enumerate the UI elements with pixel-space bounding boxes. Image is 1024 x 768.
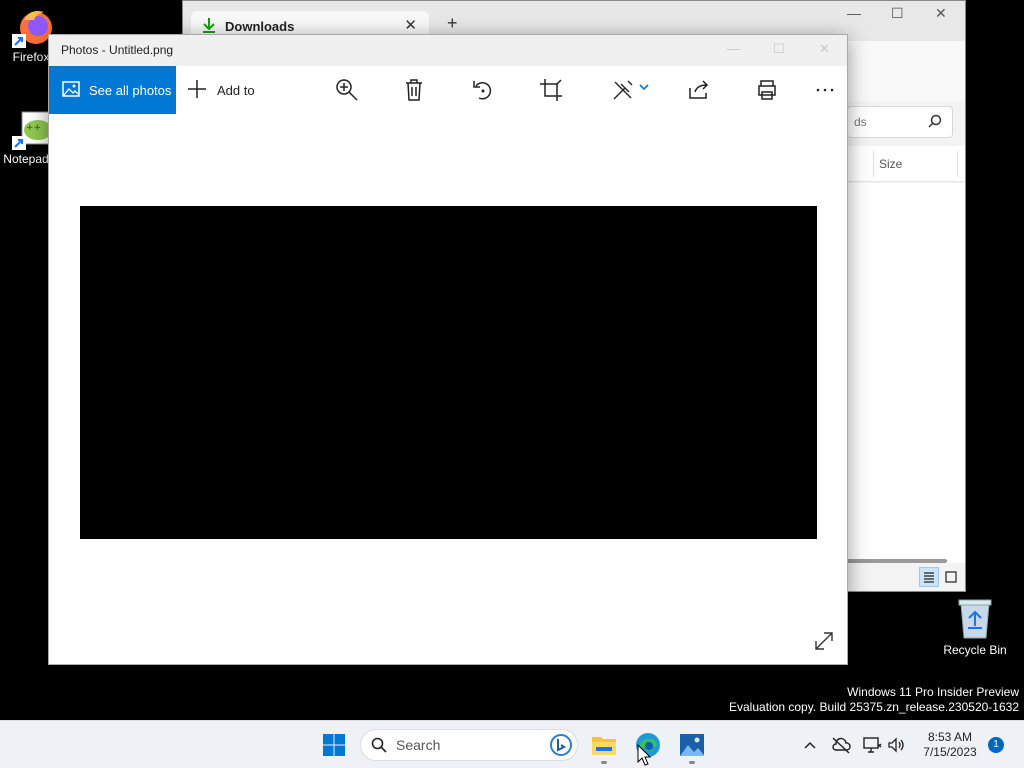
- search-label: Search: [396, 737, 441, 753]
- expand-icon[interactable]: [813, 630, 835, 652]
- network-icon[interactable]: [862, 735, 882, 755]
- column-header-row: [847, 146, 965, 182]
- close-button[interactable]: ✕: [819, 41, 830, 57]
- chevron-down-icon[interactable]: [637, 80, 651, 94]
- zoom-in-icon[interactable]: [335, 78, 359, 102]
- new-tab-button[interactable]: +: [447, 13, 458, 34]
- chevron-up-icon[interactable]: [800, 735, 820, 755]
- windows-start-icon[interactable]: [322, 733, 346, 757]
- photos-window[interactable]: Photos - Untitled.png — ☐ ✕ See all phot…: [48, 34, 848, 665]
- download-icon: [203, 18, 215, 33]
- file-list[interactable]: [847, 183, 965, 563]
- status-bar: [847, 563, 965, 591]
- photos-gallery-icon: [62, 81, 80, 97]
- windows-watermark: Windows 11 Pro Insider Preview Evaluatio…: [729, 685, 1019, 715]
- watermark-line-2: Evaluation copy. Build 25375.zn_release.…: [729, 700, 1019, 714]
- search-icon: [928, 114, 942, 128]
- close-tab-icon[interactable]: ✕: [404, 16, 417, 34]
- maximize-button[interactable]: ☐: [891, 5, 904, 22]
- column-header-size[interactable]: Size: [879, 157, 902, 171]
- notification-badge[interactable]: 1: [988, 737, 1004, 753]
- edit-icon[interactable]: [611, 78, 635, 102]
- photo-canvas[interactable]: [80, 206, 817, 539]
- watermark-line-1: Windows 11 Pro Insider Preview: [847, 685, 1019, 699]
- more-options-icon[interactable]: [813, 78, 837, 102]
- close-button[interactable]: ✕: [935, 5, 947, 22]
- minimize-button[interactable]: —: [847, 5, 861, 21]
- print-icon[interactable]: [755, 78, 779, 102]
- desktop-icon-recycle-bin[interactable]: Recycle Bin: [940, 596, 1010, 657]
- see-all-photos-button[interactable]: See all photos: [49, 66, 176, 114]
- details-view-icon: [924, 572, 934, 583]
- tiles-view-button[interactable]: [941, 567, 961, 587]
- system-clock[interactable]: 8:53 AM 7/15/2023: [918, 730, 982, 760]
- photos-title-bar[interactable]: Photos - Untitled.png — ☐ ✕: [49, 35, 847, 66]
- column-divider: [957, 151, 958, 177]
- add-to-button[interactable]: Add to: [187, 66, 255, 114]
- taskbar-search-box[interactable]: Search: [360, 729, 578, 761]
- volume-icon[interactable]: [886, 735, 906, 755]
- photos-taskbar-icon[interactable]: [678, 731, 706, 759]
- mouse-cursor-icon: [637, 744, 651, 766]
- crop-icon[interactable]: [539, 78, 563, 102]
- details-view-button[interactable]: [919, 567, 939, 587]
- add-to-label: Add to: [217, 82, 255, 98]
- file-explorer-taskbar-icon[interactable]: [590, 731, 618, 759]
- clock-date: 7/15/2023: [923, 745, 977, 759]
- column-divider: [873, 151, 874, 177]
- tab-title: Downloads: [225, 18, 295, 34]
- cloud-offline-icon[interactable]: [831, 735, 851, 755]
- rotate-icon[interactable]: [471, 78, 495, 102]
- minimize-button[interactable]: —: [727, 41, 740, 56]
- photos-command-bar: See all photos Add to: [49, 66, 847, 114]
- search-input[interactable]: ds: [847, 106, 953, 138]
- recycle-bin-icon: [958, 599, 992, 639]
- clock-time: 8:53 AM: [927, 730, 973, 744]
- bing-icon[interactable]: [549, 733, 573, 757]
- see-all-label: See all photos: [89, 82, 172, 98]
- running-indicator: [601, 761, 607, 764]
- search-text: ds: [854, 115, 867, 129]
- plus-icon: [188, 80, 206, 98]
- search-icon: [371, 737, 387, 753]
- taskbar: Search 8:53 AM 7/15/2023 1: [0, 720, 1024, 768]
- share-icon[interactable]: [687, 78, 711, 102]
- recycle-bin-label: Recycle Bin: [943, 643, 1007, 657]
- window-title: Photos - Untitled.png: [61, 43, 174, 57]
- delete-icon[interactable]: [402, 78, 426, 102]
- svg-text:++: ++: [26, 123, 41, 133]
- maximize-button[interactable]: ☐: [773, 41, 785, 57]
- tiles-view-icon: [945, 571, 957, 583]
- running-indicator: [689, 761, 695, 764]
